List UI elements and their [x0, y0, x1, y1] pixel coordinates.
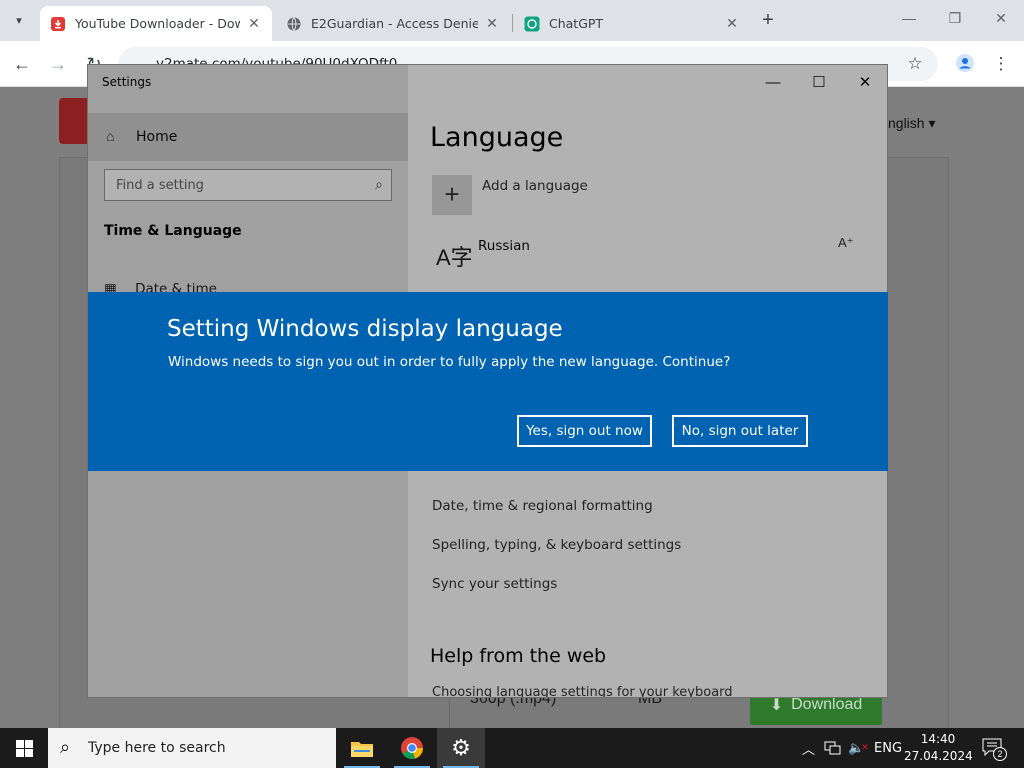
- input-language-indicator[interactable]: ENG: [874, 728, 902, 768]
- download-label: Download: [791, 696, 863, 713]
- link-regional-formatting[interactable]: Date, time & regional formatting: [432, 498, 653, 514]
- chevron-up-icon: ︿: [802, 742, 816, 758]
- globe-icon: [286, 16, 302, 32]
- search-icon: ⌕: [375, 176, 383, 192]
- add-language-label[interactable]: Add a language: [482, 178, 588, 194]
- yes-sign-out-now-button[interactable]: Yes, sign out now: [517, 415, 652, 447]
- tab-title: E2Guardian - Access Denied: [311, 16, 478, 31]
- gear-icon: ⚙: [451, 735, 471, 760]
- help-link[interactable]: Choosing language settings for your keyb…: [432, 685, 733, 697]
- taskbar-search-box[interactable]: ⌕ Type here to search: [48, 728, 336, 768]
- tab-title: ChatGPT: [549, 16, 604, 31]
- find-setting-input[interactable]: Find a setting ⌕: [104, 169, 392, 201]
- download-icon: ⬇: [769, 697, 784, 714]
- browser-menu-icon[interactable]: ⋮: [990, 53, 1012, 75]
- bookmark-star-icon[interactable]: ☆: [904, 53, 926, 75]
- chatgpt-icon: [524, 16, 540, 32]
- tab-search-menu-button[interactable]: ▾: [6, 8, 32, 32]
- action-center-button[interactable]: 2: [982, 738, 1008, 761]
- link-sync-settings[interactable]: Sync your settings: [432, 576, 557, 592]
- help-heading: Help from the web: [430, 645, 607, 667]
- clock-date: 27.04.2024: [904, 749, 973, 763]
- input-language-label: ENG: [874, 740, 903, 756]
- volume-muted-icon[interactable]: 🔈 ✕: [848, 728, 869, 768]
- tab-e2guardian[interactable]: E2Guardian - Access Denied ✕: [276, 6, 510, 41]
- settings-home-item[interactable]: ⌂ Home: [88, 113, 408, 161]
- close-window-button[interactable]: ✕: [986, 10, 1016, 27]
- close-tab-icon[interactable]: ✕: [246, 16, 262, 32]
- settings-window-title: Settings: [102, 75, 152, 89]
- back-arrow-icon[interactable]: ←: [10, 53, 34, 75]
- caret-down-icon: ▾: [928, 115, 936, 131]
- windows-taskbar: ⌕ Type here to search ⚙ ︿ 🔈 ✕ ENG 14:40 2…: [0, 728, 1024, 768]
- taskbar-search-placeholder: Type here to search: [88, 740, 226, 756]
- browser-tabstrip: ▾ YouTube Downloader - Downlo ✕ E2Guardi…: [0, 0, 1024, 41]
- forward-arrow-icon[interactable]: →: [46, 53, 70, 75]
- restore-window-button[interactable]: ❐: [940, 10, 970, 27]
- home-icon: ⌂: [106, 128, 115, 144]
- page-title: Language: [430, 122, 564, 153]
- dialog-message: Windows needs to sign you out in order t…: [168, 354, 731, 370]
- installed-language-russian[interactable]: Russian: [478, 238, 530, 254]
- chrome-icon: [401, 737, 423, 760]
- add-language-plus-icon[interactable]: +: [432, 175, 472, 215]
- y2mate-icon: [50, 16, 66, 32]
- file-explorer-taskbar-button[interactable]: [338, 728, 386, 768]
- minimize-window-button[interactable]: —: [894, 10, 924, 26]
- home-label: Home: [136, 129, 178, 145]
- language-selector-label: nglish: [888, 115, 925, 131]
- tab-chatgpt[interactable]: ChatGPT ✕: [514, 6, 750, 41]
- tab-separator: [512, 14, 513, 32]
- windows-logo-icon: [15, 739, 33, 757]
- no-sign-out-later-button[interactable]: No, sign out later: [672, 415, 808, 447]
- chrome-taskbar-button[interactable]: [388, 728, 436, 768]
- close-tab-icon[interactable]: ✕: [724, 16, 740, 32]
- show-hidden-icons-button[interactable]: ︿: [802, 728, 815, 768]
- profile-avatar-icon[interactable]: [954, 53, 976, 75]
- tab-title: YouTube Downloader - Downlo: [75, 16, 240, 31]
- new-tab-button[interactable]: +: [758, 9, 778, 31]
- settings-taskbar-button[interactable]: ⚙: [437, 728, 485, 768]
- taskbar-clock[interactable]: 14:40 27.04.2024: [904, 731, 973, 765]
- notification-count-badge: 2: [993, 747, 1007, 761]
- network-icon[interactable]: [824, 728, 842, 768]
- clock-time: 14:40: [920, 732, 956, 746]
- link-spelling-typing[interactable]: Spelling, typing, & keyboard settings: [432, 537, 681, 553]
- section-title: Time & Language: [104, 223, 242, 239]
- folder-icon: [351, 742, 373, 757]
- language-options-icon[interactable]: A⁺: [838, 235, 854, 251]
- search-placeholder: Find a setting: [116, 178, 204, 193]
- display-language-dialog: Setting Windows display language Windows…: [88, 292, 888, 471]
- search-icon: ⌕: [60, 737, 71, 757]
- dialog-title: Setting Windows display language: [167, 316, 563, 342]
- language-selector[interactable]: nglish ▾: [888, 115, 936, 132]
- tab-youtube-downloader[interactable]: YouTube Downloader - Downlo ✕: [40, 6, 272, 41]
- start-button[interactable]: [0, 728, 48, 768]
- close-tab-icon[interactable]: ✕: [484, 16, 500, 32]
- language-glyph-icon: A字: [436, 245, 473, 270]
